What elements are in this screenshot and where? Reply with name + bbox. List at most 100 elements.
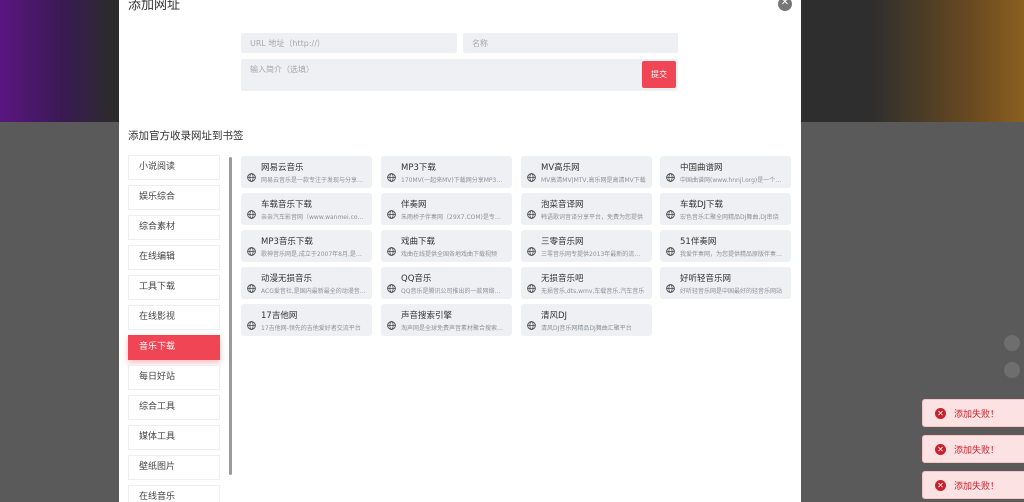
site-description: 170MV(一起来MV)下载网分享MP3歌曲 — [401, 177, 506, 184]
category-item[interactable]: 音乐下载 — [128, 335, 220, 360]
error-x-icon: ✕ — [935, 408, 946, 419]
error-x-icon: ✕ — [935, 444, 946, 455]
error-toast: ✕ 添加失败！ — [922, 399, 1024, 427]
site-name: 伴奏网 — [401, 200, 427, 210]
add-site-modal: 添加网址 ✕ URL 地址（http://） 名称 输入简介（选填） 提交 添加… — [119, 0, 801, 502]
site-description: 17吉他网-领先的吉他爱好者交流平台 — [261, 325, 361, 332]
site-description: 好听轻音乐网是中国最好的轻音乐网站 — [680, 288, 783, 295]
site-description: 网易云音乐是一款专注于发现与分享的音乐产品 — [261, 177, 366, 184]
site-card[interactable]: 戏曲下载 戏曲在线提供全国各地戏曲下载视频 — [381, 230, 512, 262]
site-card[interactable]: 清风DJ 清风DJ音乐网精品DJ舞曲汇聚平台 — [521, 304, 652, 336]
close-button[interactable]: ✕ — [778, 0, 792, 12]
globe-icon — [247, 167, 256, 182]
name-input-placeholder: 名称 — [472, 39, 488, 48]
description-textarea[interactable]: 输入简介（选填） — [241, 59, 678, 91]
site-card[interactable]: 伴奏网朱雨桥子伴奏网（29X7.COM)是专业伴奏 — [381, 193, 512, 225]
toast-message: 添加失败！ — [954, 446, 1000, 456]
error-toast: ✕ 添加失败！ — [922, 435, 1024, 463]
site-card[interactable]: 三零音乐网三零音乐网专提供2013年最新的流行歌曲 — [521, 230, 652, 262]
site-description: 三零音乐网专提供2013年最新的流行歌曲 — [541, 251, 646, 258]
site-description: 无损音乐,dts,wmv,车载音乐,汽车音乐 — [541, 288, 645, 295]
globe-icon — [387, 278, 396, 293]
globe-icon — [247, 315, 256, 330]
category-item[interactable]: 娱乐综合 — [128, 185, 220, 210]
site-description: MV高清MV|MTV,高乐网是高清MV下载 — [541, 177, 646, 184]
site-name: 无损音乐吧 — [541, 274, 584, 284]
site-name: 三零音乐网 — [541, 237, 584, 247]
background-avatar-icon — [1004, 362, 1020, 378]
category-item[interactable]: 小说阅读 — [128, 155, 220, 180]
site-description: 朱雨桥子伴奏网（29X7.COM)是专业伴奏 — [401, 214, 506, 221]
category-item[interactable]: 综合素材 — [128, 215, 220, 240]
site-name: 动漫无损音乐 — [261, 274, 313, 284]
modal-title: 添加网址 — [128, 0, 181, 12]
site-card[interactable]: QQ音乐 QQ音乐是腾讯公司推出的一款网络音乐服务产品 — [381, 267, 512, 299]
globe-icon — [527, 278, 536, 293]
category-scrollbar[interactable] — [229, 157, 232, 475]
site-description: 歌神音乐网是,成立于2007年8月,是国内 — [261, 251, 366, 258]
site-name: MP3音乐下载 — [261, 237, 313, 247]
site-name: 车载DJ下载 — [680, 200, 724, 210]
site-name: MP3下载 — [401, 163, 436, 173]
site-card[interactable]: 车载音乐下载 亲亲汽车影音网（www.wanmei.com） — [241, 193, 372, 225]
description-placeholder: 输入简介（选填） — [250, 65, 314, 74]
site-card[interactable]: 中国曲谱网中国曲谱网(www.hnnjl.org)是一个曲谱分享网站 — [660, 156, 791, 188]
error-x-icon: ✕ — [935, 480, 946, 491]
site-description: 韩语歌词音译分享平台，免费为您提供 — [541, 214, 644, 221]
url-input-placeholder: URL 地址（http://） — [250, 39, 325, 48]
site-description: 戏曲在线提供全国各地戏曲下载视频 — [401, 251, 498, 258]
toast-message: 添加失败！ — [954, 482, 1000, 492]
site-name: 中国曲谱网 — [680, 163, 723, 173]
globe-icon — [387, 167, 396, 182]
site-card[interactable]: 车载DJ下载宏色音乐汇聚全网精品DJ舞曲,DJ串烧 — [660, 193, 791, 225]
submit-button[interactable]: 提交 — [642, 61, 676, 88]
name-input[interactable]: 名称 — [463, 33, 678, 53]
site-card[interactable]: 51伴奏网我爱伴奏网，为您提供精品原版伴奏MP3 — [660, 230, 791, 262]
category-item[interactable]: 媒体工具 — [128, 425, 220, 450]
site-description: 宏色音乐汇聚全网精品DJ舞曲,DJ串烧 — [680, 214, 779, 221]
site-name: 51伴奏网 — [680, 237, 717, 247]
site-name: 网易云音乐 — [261, 163, 304, 173]
site-name: 车载音乐下载 — [261, 200, 313, 210]
globe-icon — [387, 241, 396, 256]
site-description: 我爱伴奏网，为您提供精品原版伴奏MP3 — [680, 251, 785, 258]
category-item[interactable]: 壁纸图片 — [128, 455, 220, 480]
site-name: 声音搜索引擎 — [401, 311, 453, 321]
category-item[interactable]: 工具下载 — [128, 275, 220, 300]
globe-icon — [527, 315, 536, 330]
site-card[interactable]: MV高乐网 MV高清MV|MTV,高乐网是高清MV下载 — [521, 156, 652, 188]
site-name: 17吉他网 — [261, 311, 298, 321]
category-item[interactable]: 在线编辑 — [128, 245, 220, 270]
site-description: ACG爱音社,是国内最新最全的动漫音乐网 — [261, 288, 366, 295]
globe-icon — [527, 241, 536, 256]
error-toast: ✕ 添加失败！ — [922, 471, 1024, 499]
site-name: 清风DJ — [541, 311, 568, 321]
category-item[interactable]: 在线音乐 — [128, 485, 220, 502]
globe-icon — [527, 167, 536, 182]
toast-message: 添加失败！ — [954, 410, 1000, 420]
site-card[interactable]: MP3音乐下载歌神音乐网是,成立于2007年8月,是国内 — [241, 230, 372, 262]
globe-icon — [666, 278, 675, 293]
background-avatar-icon — [1004, 335, 1020, 351]
globe-icon — [666, 167, 675, 182]
site-card[interactable]: 泡菜音译网 韩语歌词音译分享平台，免费为您提供 — [521, 193, 652, 225]
site-card[interactable]: 17吉他网 17吉他网-领先的吉他爱好者交流平台 — [241, 304, 372, 336]
site-name: QQ音乐 — [401, 274, 432, 284]
category-item[interactable]: 每日好站 — [128, 365, 220, 390]
site-card[interactable]: 动漫无损音乐 ACG爱音社,是国内最新最全的动漫音乐网 — [241, 267, 372, 299]
globe-icon — [666, 204, 675, 219]
category-item[interactable]: 综合工具 — [128, 395, 220, 420]
site-card[interactable]: 无损音乐吧无损音乐,dts,wmv,车载音乐,汽车音乐 — [521, 267, 652, 299]
url-input[interactable]: URL 地址（http://） — [241, 33, 457, 53]
site-card[interactable]: MP3下载 170MV(一起来MV)下载网分享MP3歌曲 — [381, 156, 512, 188]
site-card[interactable]: 声音搜索引擎 淘声网是全球免费声音素材聚合搜索引擎 — [381, 304, 512, 336]
globe-icon — [387, 315, 396, 330]
site-name: MV高乐网 — [541, 163, 580, 173]
globe-icon — [247, 241, 256, 256]
section-title: 添加官方收录网址到书签 — [128, 130, 244, 142]
site-card[interactable]: 好听轻音乐网 好听轻音乐网是中国最好的轻音乐网站 — [660, 267, 791, 299]
globe-icon — [387, 204, 396, 219]
category-item[interactable]: 在线影视 — [128, 305, 220, 330]
site-card[interactable]: 网易云音乐网易云音乐是一款专注于发现与分享的音乐产品 — [241, 156, 372, 188]
globe-icon — [247, 278, 256, 293]
